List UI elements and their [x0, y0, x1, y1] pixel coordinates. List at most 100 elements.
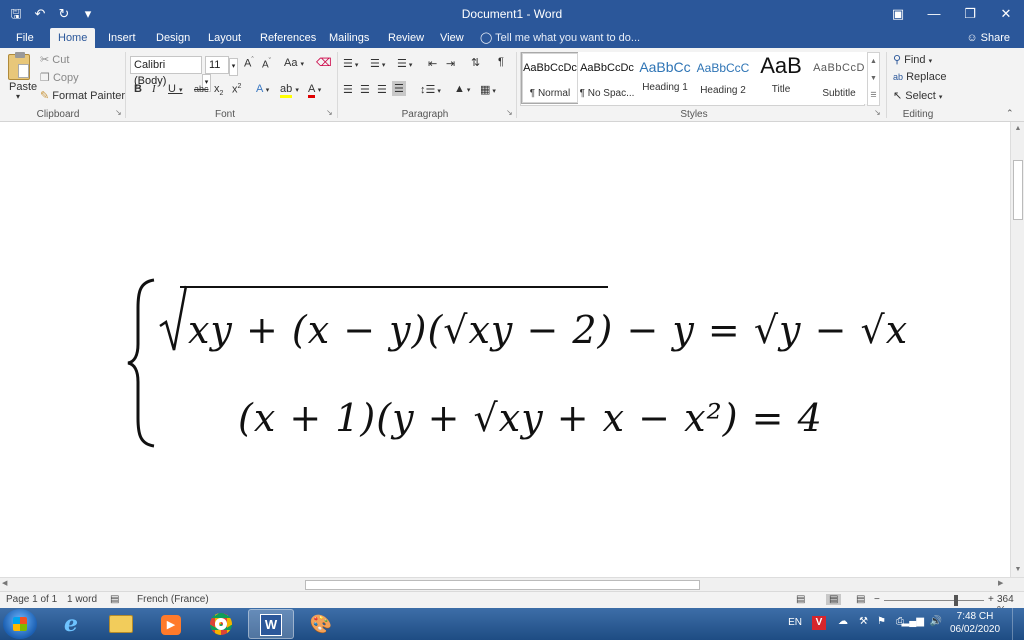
clock[interactable]: 7:48 CH 06/02/2020 [948, 611, 1002, 635]
web-layout-icon[interactable]: ▤ [856, 594, 865, 605]
line-spacing-icon[interactable]: ↕☰ ▾ [420, 83, 441, 96]
file-explorer-icon[interactable] [98, 609, 144, 639]
vertical-scroll-thumb[interactable] [1013, 160, 1023, 220]
scroll-right-icon[interactable]: ▶ [998, 579, 1003, 587]
input-language[interactable]: EN [788, 617, 802, 628]
styles-launcher-icon[interactable]: ↘ [874, 108, 881, 117]
ie-icon[interactable]: e [48, 609, 94, 639]
styles-scroll[interactable]: ▲ ▼ ☰ [867, 52, 880, 106]
pilcrow-icon[interactable]: ¶ [498, 56, 504, 68]
text-effects-button[interactable]: A ▾ [256, 83, 269, 95]
font-size-select[interactable]: 11 ▾ [205, 56, 238, 76]
sort-icon[interactable]: ⇅ [471, 56, 480, 69]
justify-icon[interactable]: ☰ [392, 81, 406, 96]
replace-button[interactable]: ab Replace [893, 71, 946, 83]
tab-design[interactable]: Design [148, 28, 198, 48]
scroll-left-icon[interactable]: ◀ [2, 579, 7, 587]
media-player-icon[interactable]: ▶ [148, 609, 194, 639]
volume-icon[interactable]: 🔊 [930, 616, 942, 627]
style-subtitle[interactable]: AaBbCcD Subtitle [810, 52, 868, 104]
copy-button[interactable]: ❐ Copy [40, 71, 79, 84]
horizontal-scrollbar[interactable]: ◀ ▶ [0, 577, 1024, 591]
font-color-button[interactable]: A ▾ [308, 83, 321, 98]
tab-mailings[interactable]: Mailings [321, 28, 377, 48]
restore-icon[interactable]: ❐ [952, 0, 988, 28]
zoom-slider[interactable] [884, 600, 984, 601]
paste-label[interactable]: Paste [9, 81, 37, 93]
decrease-indent-icon[interactable]: ⇤ [428, 57, 437, 70]
network-app-icon[interactable]: ☁ [838, 616, 848, 627]
align-left-icon[interactable]: ☰ [343, 83, 353, 96]
grow-font-button[interactable]: Aˆ [244, 57, 254, 70]
ribbon-display-icon[interactable]: ▣ [880, 0, 916, 28]
clear-formatting-icon[interactable]: ⌫ [316, 56, 332, 69]
paste-button[interactable] [8, 52, 36, 84]
style-normal[interactable]: AaBbCcDc ¶ Normal [521, 52, 579, 104]
align-center-icon[interactable]: ☰ [360, 83, 370, 96]
tab-references[interactable]: References [252, 28, 324, 48]
increase-indent-icon[interactable]: ⇥ [446, 57, 455, 70]
select-button[interactable]: ↖ Select ▾ [893, 89, 942, 102]
highlight-button[interactable]: ab ▾ [280, 83, 299, 98]
zoom-out-icon[interactable]: − [874, 594, 880, 605]
start-button[interactable] [3, 609, 37, 639]
tab-file[interactable]: File [8, 28, 42, 48]
bold-button[interactable]: B [134, 83, 142, 95]
italic-button[interactable]: I [152, 83, 156, 95]
bullets-button[interactable]: ☰ ▾ [343, 57, 358, 70]
page-count[interactable]: Page 1 of 1 [6, 594, 57, 605]
tab-view[interactable]: View [432, 28, 472, 48]
cut-button[interactable]: ✂ Cut [40, 53, 69, 66]
shrink-font-button[interactable]: Aˇ [262, 58, 271, 70]
minimize-icon[interactable]: — [916, 0, 952, 28]
style-heading-2[interactable]: AaBbCcC Heading 2 [694, 52, 752, 104]
subscript-button[interactable]: x2 [214, 83, 223, 97]
tab-layout[interactable]: Layout [200, 28, 249, 48]
tab-insert[interactable]: Insert [100, 28, 144, 48]
close-icon[interactable]: ✕ [988, 0, 1024, 28]
numbering-button[interactable]: ☰ ▾ [370, 57, 385, 70]
multilevel-list-button[interactable]: ☰ ▾ [397, 57, 412, 70]
change-case-button[interactable]: Aa ▾ [284, 57, 304, 69]
zoom-in-icon[interactable]: + [988, 594, 994, 605]
signal-icon[interactable]: ▂▄▆ [902, 616, 924, 627]
share-button[interactable]: ☺ Share [966, 28, 1010, 48]
word-count[interactable]: 1 word [67, 594, 97, 605]
underline-button[interactable]: U ▾ [168, 83, 183, 95]
shading-icon[interactable]: ▲ ▾ [454, 83, 470, 95]
shield-icon[interactable]: ⚒ [859, 616, 868, 627]
clipboard-launcher-icon[interactable]: ↘ [115, 108, 122, 117]
scroll-up-icon[interactable]: ▲ [1011, 122, 1024, 136]
find-button[interactable]: ⚲ Find ▾ [893, 53, 932, 66]
tell-me-box[interactable]: ◯ Tell me what you want to do... [480, 28, 640, 48]
equation-object[interactable]: xy + (x − y)(√xy − 2) − y = √y − √x (x +… [120, 270, 920, 460]
unikey-icon[interactable]: V [812, 616, 826, 630]
read-mode-icon[interactable]: ▤ [796, 594, 805, 605]
strikethrough-button[interactable]: abc [194, 84, 209, 94]
align-right-icon[interactable]: ☰ [377, 83, 387, 96]
flag-icon[interactable]: ⚑ [877, 616, 886, 627]
scroll-down-icon[interactable]: ▼ [1011, 563, 1024, 577]
tab-review[interactable]: Review [380, 28, 432, 48]
proofing-icon[interactable]: ▤ [110, 594, 119, 605]
zoom-slider-thumb[interactable] [954, 595, 958, 606]
word-taskbar-icon[interactable]: W [248, 609, 294, 639]
superscript-button[interactable]: x2 [232, 83, 241, 96]
borders-icon[interactable]: ▦ ▾ [480, 83, 496, 96]
format-painter-button[interactable]: ✎ Format Painter [40, 89, 125, 102]
chrome-icon[interactable] [198, 609, 244, 639]
tab-home[interactable]: Home [50, 28, 96, 49]
show-desktop-button[interactable] [1012, 608, 1024, 640]
horizontal-scroll-thumb[interactable] [305, 580, 700, 590]
style-title[interactable]: AaB Title [752, 52, 810, 104]
font-launcher-icon[interactable]: ↘ [326, 108, 333, 117]
collapse-ribbon-icon[interactable]: ⌃ [1006, 108, 1014, 119]
paint-icon[interactable]: 🎨 [298, 609, 344, 639]
language-indicator[interactable]: French (France) [137, 594, 209, 605]
vertical-scrollbar[interactable]: ▲ ▼ [1010, 122, 1024, 577]
style-heading-1[interactable]: AaBbCc Heading 1 [636, 52, 694, 104]
print-layout-icon[interactable]: ▤ [826, 594, 842, 605]
paragraph-launcher-icon[interactable]: ↘ [506, 108, 513, 117]
paste-dropdown-icon[interactable]: ▾ [16, 92, 20, 101]
style-no-spacing[interactable]: AaBbCcDc ¶ No Spac... [578, 52, 636, 104]
